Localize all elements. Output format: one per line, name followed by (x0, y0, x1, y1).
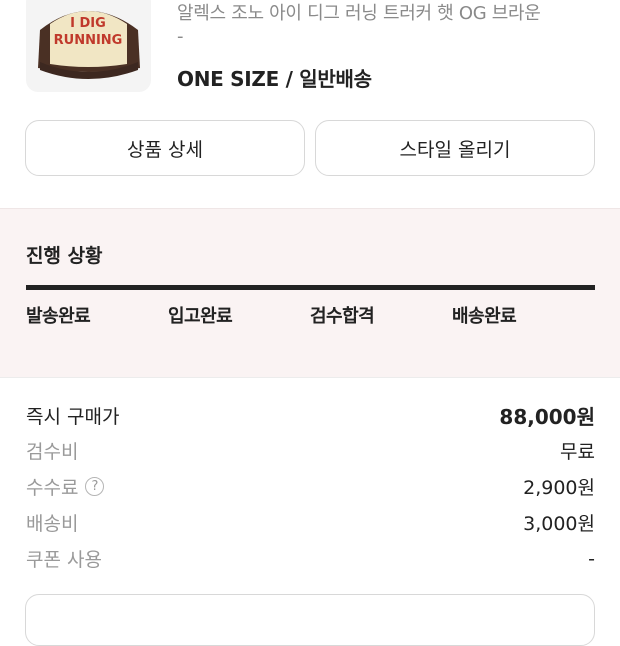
bottom-action-button[interactable] (25, 594, 595, 646)
progress-title: 진행 상황 (26, 245, 103, 267)
progress-bar (26, 285, 595, 290)
product-detail-button[interactable]: 상품 상세 (25, 120, 305, 176)
hat-text-line1: I DIG (70, 16, 106, 31)
instant-buy-label: 즉시 구매가 (26, 406, 120, 428)
instant-buy-row: 즉시 구매가 88,000원 (26, 401, 595, 430)
shipping-fee-label: 배송비 (26, 513, 79, 535)
step-inspection-passed: 검수합격 (310, 306, 375, 327)
shipping-fee-value: 3,000원 (523, 513, 595, 535)
commission-row: 수수료 ? 2,900원 (26, 473, 595, 500)
inspection-fee-row: 검수비 무료 (26, 437, 595, 464)
question-circle-icon[interactable]: ? (85, 477, 105, 496)
product-name: 알렉스 조노 아이 디그 러닝 트러커 햇 OG 브라운 (177, 3, 541, 24)
product-detail-button-label: 상품 상세 (127, 138, 203, 161)
post-style-button-label: 스타일 올리기 (399, 138, 511, 161)
commission-label: 수수료 (26, 477, 79, 499)
coupon-label: 쿠폰 사용 (26, 549, 102, 571)
product-name-suffix: - (177, 26, 184, 47)
hat-text-line2: RUNNING (54, 33, 123, 48)
step-received: 입고완료 (168, 306, 233, 327)
commission-value: 2,900원 (523, 477, 595, 499)
commission-label-group: 수수료 ? (26, 473, 105, 500)
progress-section: 진행 상황 발송완료 입고완료 검수합격 배송완료 (0, 208, 620, 378)
shipping-fee-row: 배송비 3,000원 (26, 509, 595, 536)
post-style-button[interactable]: 스타일 올리기 (315, 120, 595, 176)
instant-buy-value: 88,000원 (499, 405, 595, 429)
order-detail-screen: I DIG RUNNING 알렉스 조노 아이 디그 러닝 트러커 햇 OG 브… (0, 0, 620, 646)
step-shipped: 발송완료 (26, 306, 91, 327)
product-image[interactable]: I DIG RUNNING (26, 0, 151, 92)
product-size-option: ONE SIZE / 일반배송 (177, 67, 372, 91)
trucker-hat-image: I DIG RUNNING (38, 11, 140, 79)
inspection-fee-value: 무료 (560, 441, 595, 463)
inspection-fee-label: 검수비 (26, 441, 79, 463)
coupon-value: - (588, 547, 595, 570)
coupon-row: 쿠폰 사용 - (26, 545, 595, 572)
step-delivered: 배송완료 (452, 306, 517, 327)
